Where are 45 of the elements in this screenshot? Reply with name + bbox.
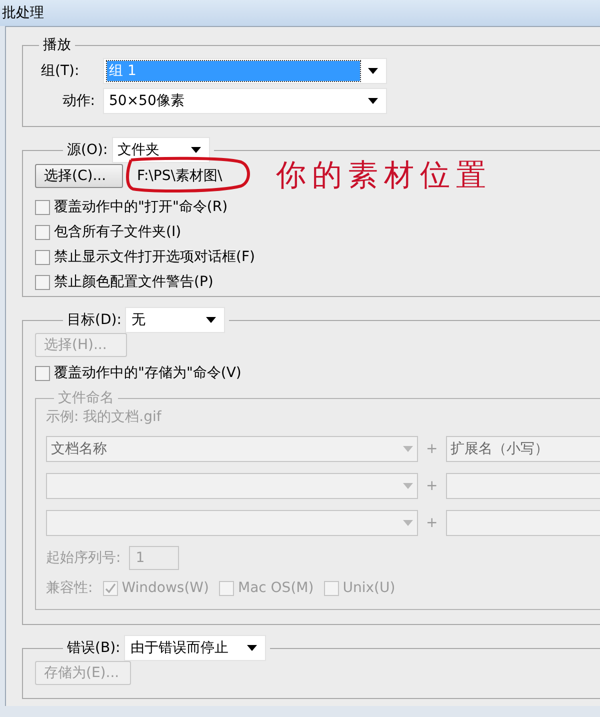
dropdown[interactable]: 由于错误而停止: [124, 635, 266, 661]
extension-value: 扩展名（小写）: [450, 440, 549, 458]
checkbox-label: Windows(W): [122, 579, 209, 598]
checkbox-label: 覆盖动作中的"打开"命令(R): [54, 198, 228, 217]
naming-value: 文档名称: [51, 440, 108, 458]
dropdown-arrow-icon: [368, 98, 378, 104]
dropdown[interactable]: 无: [125, 307, 226, 333]
checkbox-label: 包含所有子文件夹(I): [54, 223, 182, 242]
dropdown[interactable]: 文件夹: [112, 137, 210, 163]
field-label: 目标(D):: [67, 310, 122, 330]
plus-sign: +: [425, 514, 439, 532]
section-title: 播放: [42, 36, 72, 55]
checkbox[interactable]: [35, 275, 50, 290]
field-label: 错误(B):: [67, 638, 120, 658]
field-label: 兼容性:: [46, 579, 93, 598]
checkbox-label: 禁止显示文件打开选项对话框(F): [54, 248, 255, 267]
window-title: 批处理: [2, 4, 44, 22]
choose-button[interactable]: 选择(C)...: [35, 164, 123, 188]
checkbox-label: 覆盖动作中的"存储为"命令(V): [54, 364, 242, 383]
example-text: 示例: 我的文档.gif: [46, 408, 162, 427]
field-label: 源(O):: [67, 140, 108, 160]
checkbox-label: Mac OS(M): [238, 579, 314, 598]
checkbox[interactable]: [35, 366, 50, 381]
field-label: 组(T):: [41, 62, 80, 80]
plus-sign: +: [425, 476, 439, 496]
field-label: 起始序列号:: [46, 548, 121, 568]
dropdown-arrow-icon: [403, 446, 413, 452]
folder-path: F:\PS\素材图\: [137, 168, 222, 184]
section-title: 文件命名: [57, 389, 115, 408]
dropdown[interactable]: 50×50像素: [103, 88, 387, 114]
dropdown-arrow-icon: [403, 483, 413, 489]
checkbox-label: 禁止颜色配置文件警告(P): [54, 273, 214, 292]
checkbox[interactable]: [35, 250, 50, 265]
checkbox-label: Unix(U): [342, 579, 396, 598]
field-label: 动作:: [61, 92, 96, 110]
checkbox[interactable]: [35, 200, 50, 215]
annotation-text: 你的素材位置: [276, 161, 492, 191]
plus-sign: +: [425, 440, 439, 458]
dropdown-arrow-icon: [403, 520, 413, 526]
dropdown-arrow-icon: [190, 147, 201, 153]
dropdown-arrow-icon: [247, 645, 258, 651]
checkbox[interactable]: [35, 225, 50, 240]
dropdown-arrow-icon: [206, 317, 216, 323]
dropdown-arrow-icon: [368, 68, 378, 74]
dropdown[interactable]: 组 1: [103, 58, 387, 84]
